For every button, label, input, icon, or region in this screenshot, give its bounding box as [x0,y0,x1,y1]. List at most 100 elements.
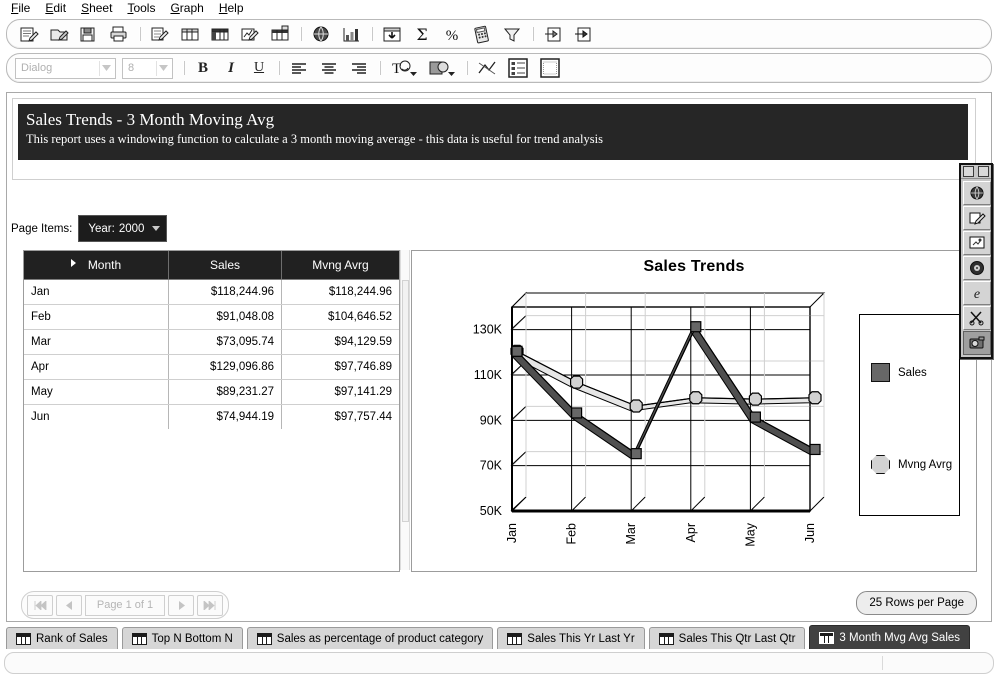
worksheet-icon [131,632,147,645]
table-format-icon[interactable] [503,55,533,81]
svg-text:90K: 90K [480,413,503,427]
table-layout-icon[interactable] [176,21,204,47]
table-row[interactable]: Mar $73,095.74 $94,129.59 [24,329,399,355]
tab-sales-as-percentage[interactable]: Sales as percentage of product category [246,627,494,649]
scrollbar-thumb[interactable] [402,280,409,522]
chevron-down-icon [152,226,161,231]
separator-2 [296,26,305,42]
menu-graph[interactable]: Graph [163,0,211,17]
previous-page-button[interactable] [56,594,82,616]
format-toolbar: Dialog 8 B I U T [6,53,992,83]
table-scrollbar[interactable] [400,250,410,570]
pagination-controls: Page 1 of 1 [21,591,229,619]
send-icon[interactable] [569,21,597,47]
print-icon[interactable] [105,21,133,47]
tab-3-month-mvg-avg-sales[interactable]: 3 Month Mvg Avg Sales [809,625,971,649]
tab-sales-this-yr-last-yr[interactable]: Sales This Yr Last Yr [497,627,645,649]
cell-mvng: $118,244.96 [281,279,399,305]
bar-graph-icon[interactable] [337,21,365,47]
menu-sheet[interactable]: Sheet [74,0,120,17]
legend-entry-mvng-avrg[interactable]: Mvng Avrg [871,455,952,474]
palette-minimize-button[interactable] [963,166,974,177]
menu-file[interactable]: File [4,0,38,17]
separator-3 [367,26,376,42]
column-header-mvng-avrg[interactable]: Mvng Avrg [281,251,399,280]
font-family-select[interactable]: Dialog [15,57,116,79]
sales-trends-chart[interactable]: 50K 70K 90K 110K 130K Jan Feb Mar Apr May Jun [420,279,860,559]
text-color-icon[interactable]: T [386,55,422,81]
tab-sales-this-qtr-last-qtr[interactable]: Sales This Qtr Last Qtr [648,627,806,649]
disc-tool-icon[interactable] [963,256,991,280]
menu-tools[interactable]: Tools [120,0,163,17]
chevron-down-icon [156,60,170,76]
scissors-tool-icon[interactable] [963,306,991,330]
graph-format-icon[interactable] [473,55,501,81]
calculation-icon[interactable] [468,21,496,47]
menu-edit[interactable]: Edit [38,0,74,17]
cell-month: May [24,379,169,405]
crosstab-layout-icon[interactable] [206,21,234,47]
tab-top-n-bottom-n[interactable]: Top N Bottom N [121,627,243,649]
data-table: Month Sales Mvng Avrg Jan $118,244.96 $1… [23,250,400,572]
legend-entry-sales[interactable]: Sales [871,363,927,382]
legend-swatch-octagon-icon [871,455,890,474]
align-left-icon[interactable] [285,55,313,81]
svg-text:Jan: Jan [505,523,519,543]
chevron-down-icon [99,60,113,76]
page-items-label: Page Items: [11,222,73,235]
font-size-value: 8 [128,62,135,74]
last-page-button[interactable] [197,594,223,616]
camera-tool-icon[interactable] [963,331,991,355]
palette-title-bar[interactable] [961,165,991,179]
menu-help[interactable]: Help [212,0,252,17]
grid-format-icon[interactable] [535,55,565,81]
column-header-sales[interactable]: Sales [168,251,282,280]
table-row[interactable]: May $89,231.27 $97,141.29 [24,379,399,405]
table-row[interactable]: Feb $91,048.08 $104,646.52 [24,304,399,330]
sort-ascending-icon [70,259,76,268]
fill-color-icon[interactable] [424,55,460,81]
browser-tool-icon[interactable]: e [963,281,991,305]
first-page-button[interactable] [27,594,53,616]
rows-per-page-button[interactable]: 25 Rows per Page [856,591,977,615]
application-window: File Edit Sheet Tools Graph Help Σ % Dia… [0,0,998,676]
svg-text:Mar: Mar [624,523,638,545]
save-workbook-icon[interactable] [75,21,103,47]
status-bar [4,652,994,674]
tab-label: Top N Bottom N [151,632,233,645]
underline-button[interactable]: U [246,57,272,80]
table-header-row: Month Sales Mvng Avrg [24,251,399,280]
edit-graph-icon[interactable] [236,21,264,47]
table-row[interactable]: Apr $129,096.86 $97,746.89 [24,354,399,380]
condition-filter-icon[interactable] [498,21,526,47]
worksheet-panel: Sales Trends - 3 Month Moving Avg This r… [6,92,992,622]
globe-drill-icon[interactable] [307,21,335,47]
table-row[interactable]: Jan $118,244.96 $118,244.96 [24,279,399,305]
globe-tool-icon[interactable] [963,181,991,205]
next-page-button[interactable] [168,594,194,616]
new-worksheet-icon[interactable] [15,21,43,47]
align-center-icon[interactable] [315,55,343,81]
align-right-icon[interactable] [345,55,373,81]
tab-rank-of-sales[interactable]: Rank of Sales [6,627,118,649]
page-item-year-select[interactable]: Year: 2000 [78,215,168,242]
bold-button[interactable]: B [190,57,216,80]
palette-maximize-button[interactable] [978,166,989,177]
column-header-month[interactable]: Month [24,251,169,280]
table-row[interactable]: Jun $74,944.19 $97,757.44 [24,404,399,429]
italic-button[interactable]: I [218,57,244,80]
edit-sheet-icon[interactable] [146,21,174,47]
percent-icon[interactable]: % [438,21,466,47]
total-sigma-icon[interactable]: Σ [408,21,436,47]
font-size-select[interactable]: 8 [122,57,173,79]
cell-sales: $73,095.74 [168,329,282,355]
open-workbook-icon[interactable] [45,21,73,47]
screen-tool-icon[interactable] [963,231,991,255]
menu-bar: File Edit Sheet Tools Graph Help [0,0,998,17]
sort-down-icon[interactable] [378,21,406,47]
page-detail-icon[interactable] [266,21,294,47]
pencil-edit-tool-icon[interactable] [963,206,991,230]
export-icon[interactable] [539,21,567,47]
cell-month: Mar [24,329,169,355]
page-indicator[interactable]: Page 1 of 1 [85,594,165,616]
